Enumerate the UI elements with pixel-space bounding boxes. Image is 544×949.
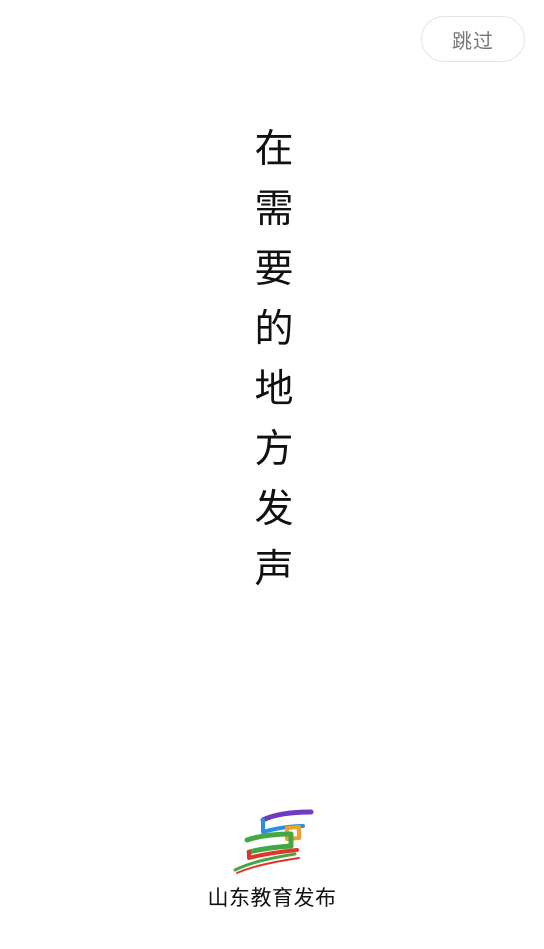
logo-graphic bbox=[233, 809, 314, 874]
skip-button[interactable]: 跳过 bbox=[421, 16, 525, 62]
slogan-char: 要 bbox=[254, 247, 294, 292]
slogan: 在 需 要 的 地 方 发 声 bbox=[243, 120, 305, 600]
slogan-char: 需 bbox=[254, 187, 294, 232]
slogan-char: 声 bbox=[254, 547, 294, 592]
brand-name: 山东教育发布 bbox=[207, 886, 337, 910]
slogan-char: 的 bbox=[254, 307, 294, 352]
slogan-char: 方 bbox=[254, 427, 294, 472]
shandong-education-logo-icon bbox=[229, 806, 317, 876]
slogan-char: 在 bbox=[254, 127, 294, 172]
slogan-char: 地 bbox=[254, 367, 294, 412]
slogan-char: 发 bbox=[254, 487, 294, 532]
